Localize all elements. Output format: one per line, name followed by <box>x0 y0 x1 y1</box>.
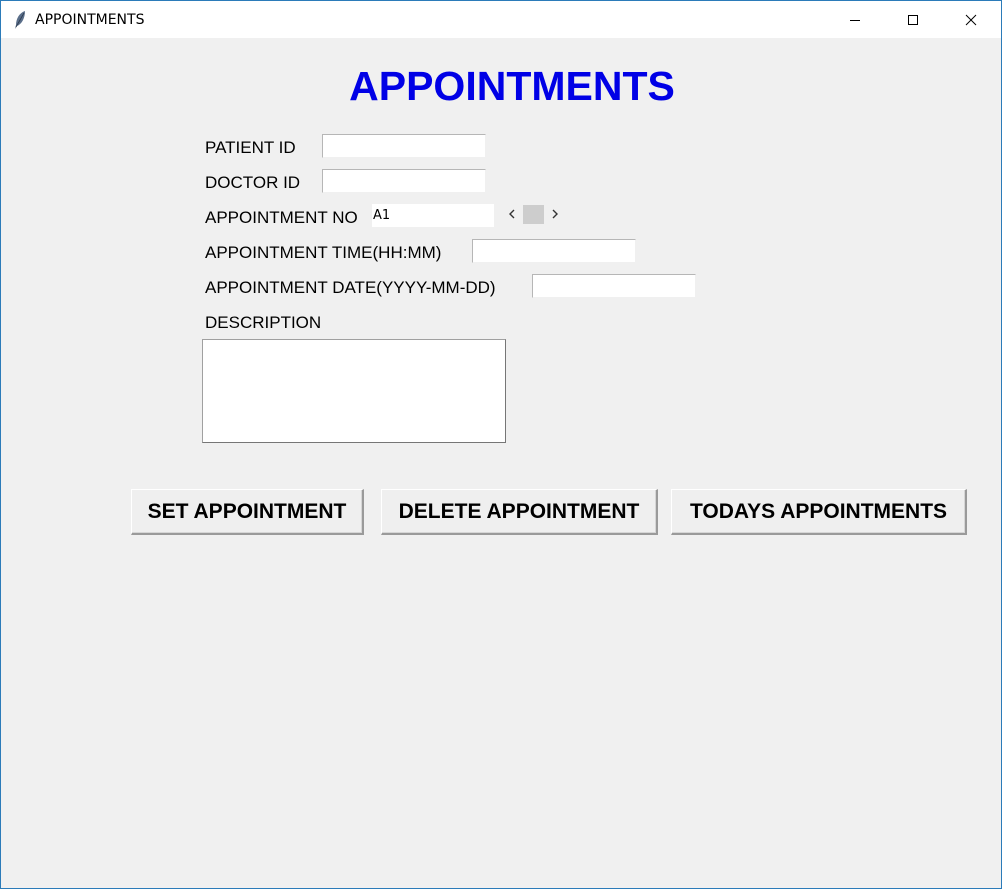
maximize-icon <box>908 14 918 25</box>
close-button[interactable] <box>942 1 1000 38</box>
appointment-no-label: APPOINTMENT NO <box>205 208 358 227</box>
appointment-time-input[interactable] <box>472 239 636 263</box>
chevron-right-icon <box>552 209 558 219</box>
todays-appointments-button[interactable]: TODAYS APPOINTMENTS <box>671 489 967 535</box>
spin-scroll-thumb[interactable] <box>523 205 544 224</box>
title-bar[interactable]: APPOINTMENTS <box>1 1 1001 38</box>
spin-right-button[interactable] <box>546 204 564 224</box>
doctor-id-label: DOCTOR ID <box>205 173 301 192</box>
maximize-button[interactable] <box>884 1 942 38</box>
set-appointment-button[interactable]: SET APPOINTMENT <box>131 489 364 535</box>
window-title: APPOINTMENTS <box>35 12 145 28</box>
delete-appointment-button[interactable]: DELETE APPOINTMENT <box>381 489 658 535</box>
appointment-no-input[interactable]: A1 <box>372 204 494 227</box>
appointment-date-label: APPOINTMENT DATE(YYYY-MM-DD) <box>205 278 496 297</box>
feather-icon <box>13 10 27 30</box>
page-title: APPOINTMENTS <box>349 63 675 109</box>
chevron-left-icon <box>509 209 515 219</box>
minimize-icon <box>850 19 860 21</box>
spin-left-button[interactable] <box>503 204 521 224</box>
description-textarea[interactable] <box>202 339 506 443</box>
app-window: APPOINTMENTS APPOINTMENTS PATIENT ID DOC… <box>0 0 1002 889</box>
description-label: DESCRIPTION <box>205 313 322 332</box>
patient-id-input[interactable] <box>322 134 486 158</box>
doctor-id-input[interactable] <box>322 169 486 193</box>
minimize-button[interactable] <box>826 1 884 38</box>
appointment-time-label: APPOINTMENT TIME(HH:MM) <box>205 243 442 262</box>
appointment-date-input[interactable] <box>532 274 696 298</box>
close-icon <box>965 14 977 25</box>
patient-id-label: PATIENT ID <box>205 138 296 157</box>
